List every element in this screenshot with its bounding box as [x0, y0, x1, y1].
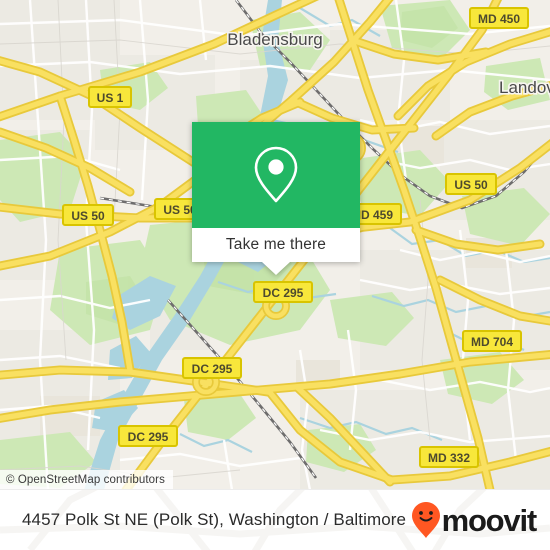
route-shield-label: DC 295: [192, 362, 233, 376]
route-shield-label: MD 704: [471, 335, 513, 349]
route-shield-label: DC 295: [128, 430, 169, 444]
footer-bar: 4457 Polk St NE (Polk St), Washington / …: [0, 489, 550, 550]
popup-pin-panel: [192, 122, 360, 228]
take-me-there-label: Take me there: [225, 236, 327, 253]
route-shield-label: US 50: [454, 178, 488, 192]
route-shield: MD 332: [419, 446, 479, 468]
location-popup-card[interactable]: Take me there: [192, 122, 360, 275]
route-shield: MD 704: [462, 330, 522, 352]
moovit-pin-icon: [411, 502, 440, 538]
map-attribution[interactable]: © OpenStreetMap contributors: [0, 470, 173, 490]
place-label: Landover: [499, 78, 550, 97]
route-shield: DC 295: [253, 281, 313, 303]
moovit-wordmark: moovit: [441, 502, 538, 538]
place-label: Bladensburg: [227, 30, 322, 49]
route-shield-label: MD 332: [428, 451, 470, 465]
moovit-logo[interactable]: moovit: [411, 501, 538, 539]
route-shield-label: MD 450: [478, 12, 520, 26]
route-shield-label: US 50: [71, 209, 105, 223]
route-shield: MD 450: [469, 7, 529, 29]
map-pin-icon: [254, 146, 298, 203]
route-shield: US 1: [88, 86, 132, 108]
route-shield: US 50: [445, 173, 497, 195]
map-screenshot: Bladensburg Landover US 1 MD 450 US 50: [0, 0, 550, 550]
take-me-there-button[interactable]: Take me there: [192, 228, 360, 275]
route-shield: DC 295: [182, 357, 242, 379]
route-shield: US 50: [62, 204, 114, 226]
route-shield-label: US 1: [97, 91, 124, 105]
place-label-group: Bladensburg Landover: [226, 28, 550, 98]
route-shield-label: DC 295: [263, 286, 304, 300]
popup-pointer-tail: [262, 262, 290, 275]
footer-address-title: 4457 Polk St NE (Polk St), Washington / …: [22, 510, 407, 529]
route-shield: DC 295: [118, 425, 178, 447]
